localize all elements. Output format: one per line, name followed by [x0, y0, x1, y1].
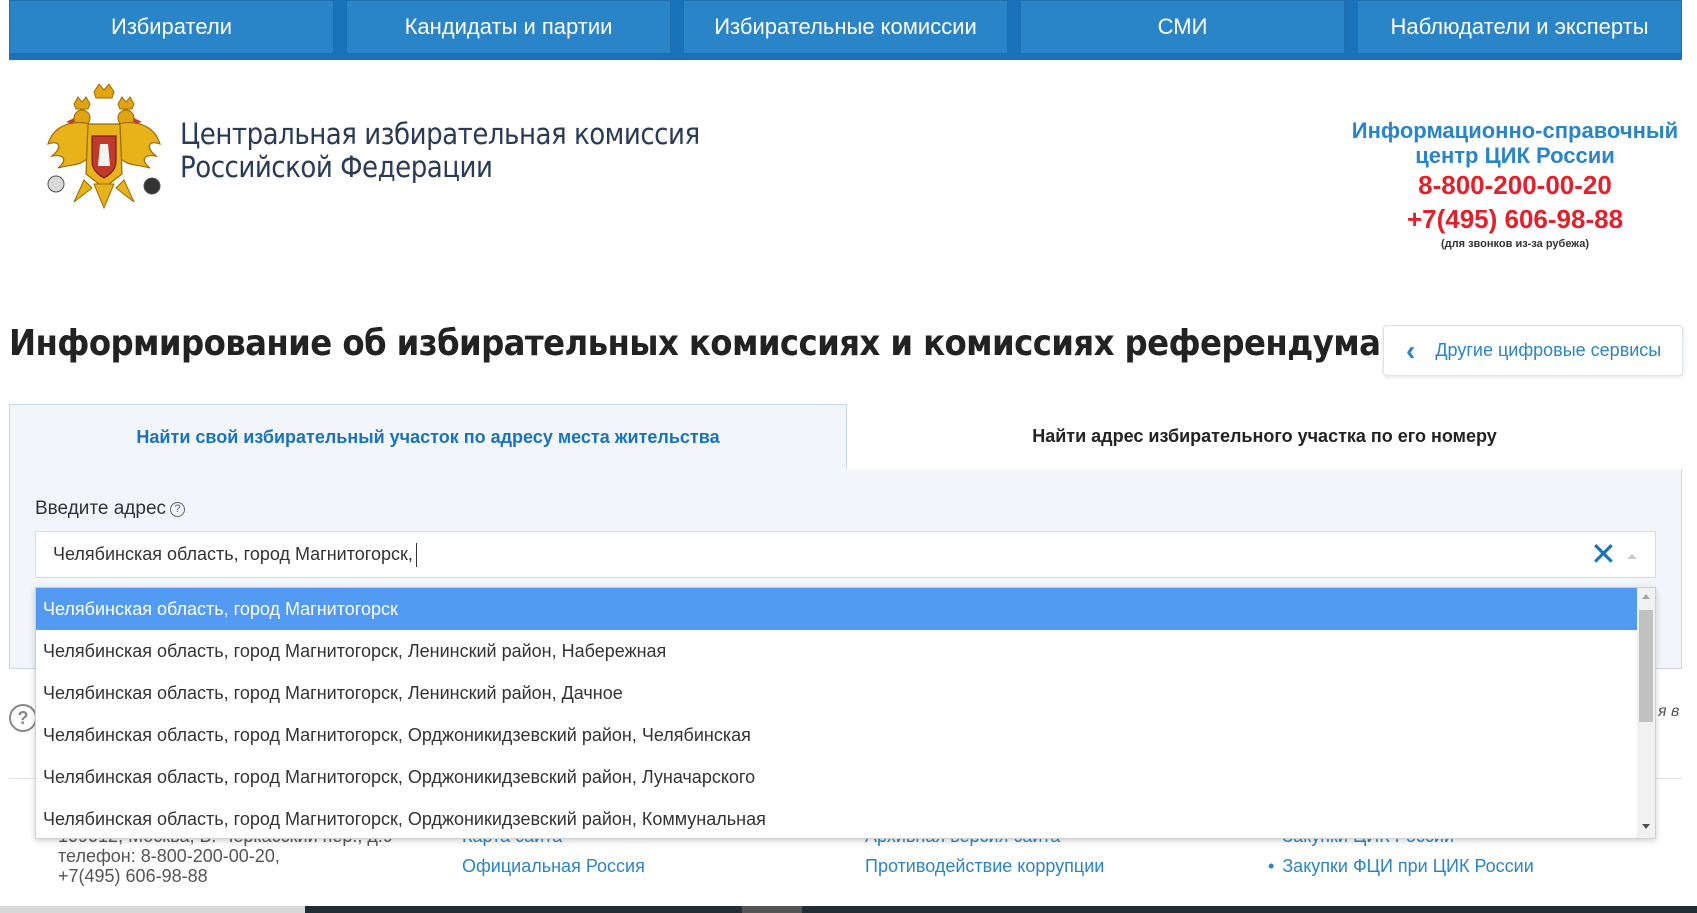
scrollbar-thumb[interactable]: [1639, 610, 1653, 722]
double-headed-eagle-icon: [47, 83, 161, 210]
helpdesk-phone-note: (для звонков из-за рубежа): [1440, 238, 1590, 250]
footer-list-item: • Закупки ФЦИ при ЦИК России: [1268, 856, 1534, 886]
coat-of-arms-logo[interactable]: [44, 83, 164, 212]
collapse-arrow-icon[interactable]: [1627, 554, 1637, 559]
taskbar-strip: [0, 906, 1697, 913]
address-input[interactable]: Челябинская область, город Магнитогорск,: [35, 531, 1656, 578]
org-title-line2: Российской Федерации: [180, 150, 493, 184]
question-circle-icon[interactable]: ?: [9, 704, 37, 732]
nav-observers-experts[interactable]: Наблюдатели и эксперты: [1357, 0, 1682, 54]
footer-link-fci-procurement[interactable]: Закупки ФЦИ при ЦИК России: [1282, 856, 1533, 876]
scroll-down-arrow-icon[interactable]: [1642, 824, 1650, 829]
helpdesk-title-line1: Информационно-справочный: [1351, 118, 1679, 143]
suggestion-item[interactable]: Челябинская область, город Магнитогорск,…: [36, 798, 1637, 838]
nav-media[interactable]: СМИ: [1020, 0, 1345, 54]
footer-phone2: +7(495) 606-98-88: [58, 866, 208, 886]
suggestion-item[interactable]: Челябинская область, город Магнитогорск: [36, 588, 1637, 630]
scroll-up-arrow-icon[interactable]: [1642, 594, 1650, 599]
truncated-text: я в: [1658, 703, 1680, 720]
footer-link-anticorruption[interactable]: Противодействие коррупции: [865, 856, 1104, 886]
suggestion-item[interactable]: Челябинская область, город Магнитогорск,…: [36, 714, 1637, 756]
helpdesk-block: Информационно-справочный центр ЦИК Росси…: [1340, 118, 1690, 250]
taskbar-segment: [0, 906, 305, 913]
page-title: Информирование об избирательных комиссия…: [9, 323, 1381, 364]
footer-phone1: телефон: 8-800-200-00-20,: [58, 846, 280, 866]
bullet-icon: •: [1268, 856, 1275, 876]
footer-link-official-russia[interactable]: Официальная Россия: [462, 856, 645, 886]
helpdesk-title-line2: центр ЦИК России: [1415, 143, 1615, 168]
text-cursor: [415, 542, 417, 567]
suggestion-item[interactable]: Челябинская область, город Магнитогорск,…: [36, 672, 1637, 714]
address-suggestions-dropdown: Челябинская область, город Магнитогорск …: [35, 587, 1656, 839]
top-navigation: Избиратели Кандидаты и партии Избиратель…: [9, 0, 1682, 60]
tab-search-by-address[interactable]: Найти свой избирательный участок по адре…: [9, 404, 847, 470]
nav-election-commissions[interactable]: Избирательные комиссии: [683, 0, 1008, 54]
tab-search-by-number[interactable]: Найти адрес избирательного участка по ег…: [847, 404, 1682, 470]
helpdesk-phone-abroad[interactable]: +7(495) 606-98-88: [1340, 202, 1690, 236]
address-field-label: Введите адрес ?: [35, 498, 186, 520]
close-icon[interactable]: ✕: [1590, 538, 1617, 570]
other-services-button[interactable]: ‹ Другие цифровые сервисы: [1383, 325, 1683, 376]
nav-voters[interactable]: Избиратели: [9, 0, 334, 54]
other-services-label: Другие цифровые сервисы: [1435, 340, 1662, 360]
chevron-left-icon: ‹: [1406, 334, 1416, 366]
taskbar-segment: [742, 906, 802, 913]
search-tabs: Найти свой избирательный участок по адре…: [9, 404, 1682, 470]
helpdesk-phone-main[interactable]: 8-800-200-00-20: [1340, 168, 1690, 202]
address-input-value: Челябинская область, город Магнитогорск,: [53, 544, 413, 564]
org-title-line1: Центральная избирательная комиссия: [180, 117, 700, 151]
organization-title[interactable]: Центральная избирательная комиссия Росси…: [180, 118, 700, 184]
address-label-text: Введите адрес: [35, 498, 167, 519]
dropdown-scrollbar[interactable]: [1637, 588, 1655, 838]
help-icon[interactable]: ?: [170, 501, 186, 517]
suggestion-item[interactable]: Челябинская область, город Магнитогорск,…: [36, 756, 1637, 798]
suggestion-item[interactable]: Челябинская область, город Магнитогорск,…: [36, 630, 1637, 672]
nav-candidates-parties[interactable]: Кандидаты и партии: [346, 0, 671, 54]
